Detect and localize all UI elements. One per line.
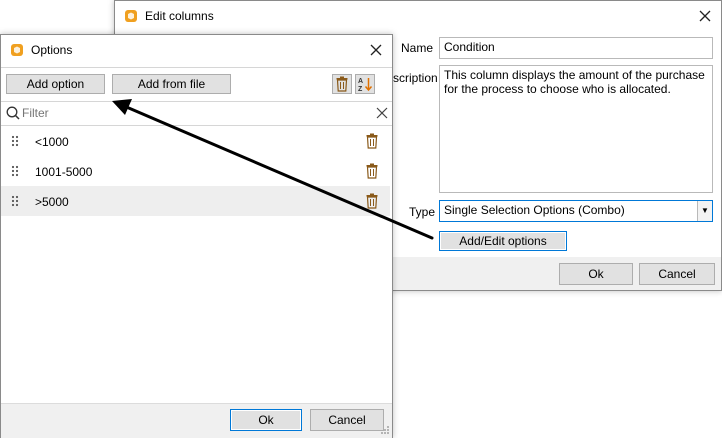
filter-bar [1, 101, 392, 126]
close-icon[interactable] [697, 8, 713, 24]
sort-button[interactable]: A Z [355, 74, 375, 94]
chevron-down-icon[interactable]: ▼ [697, 201, 712, 221]
option-row[interactable]: <1000 [1, 126, 390, 156]
name-label: Name [401, 41, 434, 55]
options-ok-button[interactable]: Ok [230, 409, 302, 431]
drag-handle-icon[interactable] [11, 195, 19, 207]
svg-text:Z: Z [358, 86, 363, 92]
edit-columns-cancel-button[interactable]: Cancel [639, 263, 715, 285]
sort-az-icon: A Z [358, 78, 373, 92]
type-select-value: Single Selection Options (Combo) [444, 203, 625, 217]
add-option-button[interactable]: Add option [6, 74, 105, 94]
options-titlebar: Options [1, 35, 392, 65]
type-select[interactable]: Single Selection Options (Combo) ▼ [439, 200, 713, 222]
description-label: scription [393, 71, 438, 85]
option-row[interactable]: 1001-5000 [1, 156, 390, 186]
option-row-selected[interactable]: >5000 [1, 186, 390, 216]
add-edit-options-button[interactable]: Add/Edit options [439, 231, 567, 251]
drag-handle-icon[interactable] [11, 135, 19, 147]
edit-columns-title: Edit columns [145, 9, 214, 23]
option-label: 1001-5000 [35, 165, 93, 179]
options-dialog: Options Add option Add from file A Z Fil… [0, 34, 393, 438]
edit-columns-ok-button[interactable]: Ok [559, 263, 633, 285]
description-field[interactable]: This column displays the amount of the p… [439, 65, 713, 193]
name-field[interactable]: Condition [439, 37, 713, 59]
edit-columns-titlebar: Edit columns [115, 1, 721, 31]
clear-filter-icon[interactable] [375, 106, 389, 120]
resize-grip-icon[interactable] [380, 425, 390, 435]
options-cancel-button[interactable]: Cancel [310, 409, 384, 431]
type-label: Type [409, 205, 436, 219]
search-icon [6, 106, 20, 120]
trash-icon[interactable] [365, 133, 379, 149]
add-from-file-button[interactable]: Add from file [112, 74, 231, 94]
trash-icon[interactable] [365, 163, 379, 179]
svg-text:A: A [358, 78, 363, 85]
option-label: <1000 [35, 135, 69, 149]
app-icon [11, 44, 23, 56]
filter-input[interactable] [22, 104, 342, 122]
trash-icon[interactable] [365, 193, 379, 209]
close-icon[interactable] [368, 42, 384, 58]
trash-icon [336, 76, 348, 92]
app-icon [125, 10, 137, 22]
drag-handle-icon[interactable] [11, 165, 19, 177]
option-label: >5000 [35, 195, 69, 209]
options-title: Options [31, 43, 73, 57]
delete-all-button[interactable] [332, 74, 352, 94]
